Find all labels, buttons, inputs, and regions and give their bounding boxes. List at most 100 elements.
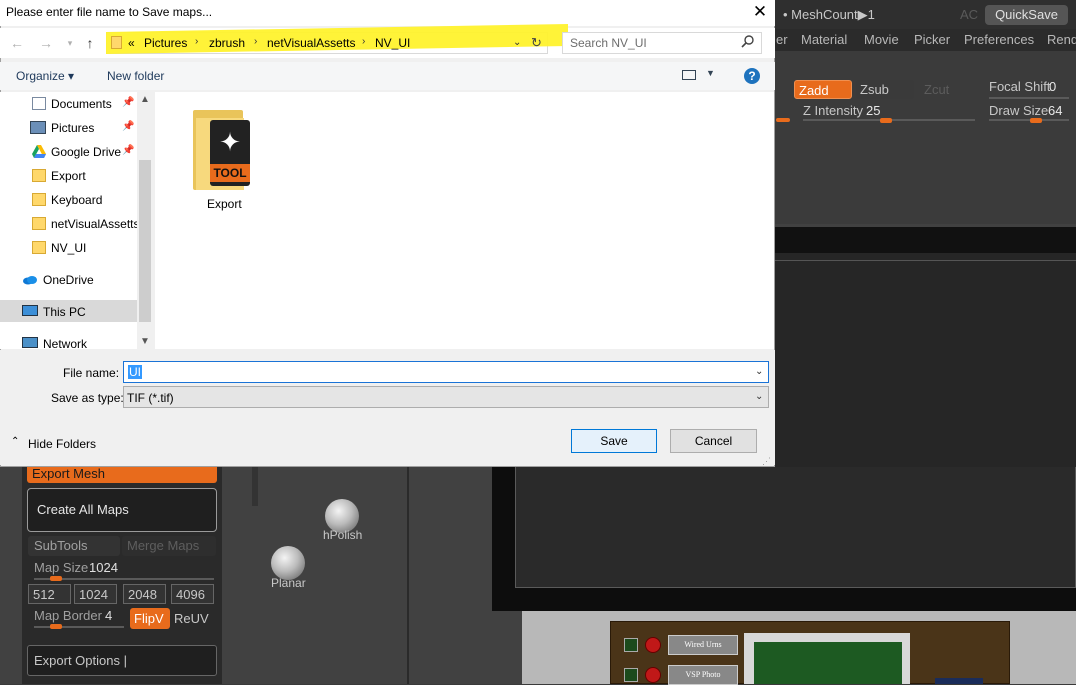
- pin-icon: 📌: [122, 121, 135, 132]
- nav-item-label: Pictures: [51, 121, 95, 135]
- folder-icon: [32, 193, 46, 206]
- size-4096-button[interactable]: 4096: [171, 584, 214, 604]
- menu-render[interactable]: Rend: [1047, 32, 1076, 47]
- address-dropdown-icon[interactable]: ⌄: [513, 37, 521, 48]
- menu-picker[interactable]: Picker: [914, 32, 950, 47]
- forward-arrow-icon[interactable]: →: [38, 34, 54, 52]
- nav-item-google-drive[interactable]: Google Drive 📌: [0, 141, 137, 163]
- documents-icon: [32, 97, 46, 110]
- help-icon[interactable]: ?: [744, 68, 760, 84]
- export-options-button[interactable]: Export Options |: [27, 645, 217, 676]
- recent-locations-icon[interactable]: ▾: [62, 34, 78, 52]
- nav-item-label: Network: [43, 337, 88, 351]
- save-button[interactable]: Save: [571, 429, 657, 453]
- size-512-button[interactable]: 512: [28, 584, 71, 604]
- map-size-value: 1024: [89, 560, 118, 575]
- draw-size-slider[interactable]: [989, 119, 1069, 121]
- menu-render-partial[interactable]: er: [776, 32, 788, 47]
- menu-material[interactable]: Material: [801, 32, 847, 47]
- map-border-slider[interactable]: [34, 626, 124, 628]
- zsub-button[interactable]: Zsub: [856, 80, 914, 99]
- chevron-up-icon[interactable]: ⌃: [11, 436, 19, 447]
- file-name-input[interactable]: [123, 361, 769, 383]
- nav-item-pictures[interactable]: Pictures 📌: [0, 117, 137, 139]
- save-type-label: Save as type:: [51, 391, 124, 405]
- scroll-down-icon[interactable]: ▼: [140, 336, 150, 347]
- planar-brush-icon[interactable]: [271, 546, 305, 580]
- panel-divider: [407, 466, 409, 684]
- breadcrumb-overflow[interactable]: «: [128, 36, 135, 50]
- partial-slider-knob[interactable]: [776, 118, 790, 122]
- nav-item-nv-ui[interactable]: NV_UI: [0, 237, 137, 259]
- menu-movie[interactable]: Movie: [864, 32, 899, 47]
- nav-item-this-pc[interactable]: This PC: [0, 301, 137, 323]
- nav-item-onedrive[interactable]: OneDrive: [0, 269, 137, 291]
- breadcrumb-netvisualassetts[interactable]: netVisualAssetts: [267, 36, 356, 50]
- create-all-maps-button[interactable]: Create All Maps: [27, 488, 217, 532]
- organize-button[interactable]: Organize ▾: [16, 69, 74, 83]
- device-button: VSP Photo: [668, 665, 738, 685]
- chevron-down-icon[interactable]: ⌄: [755, 366, 763, 377]
- breadcrumb-nv-ui[interactable]: NV_UI: [375, 36, 410, 50]
- back-arrow-icon[interactable]: ←: [9, 34, 25, 52]
- save-type-value: TIF (*.tif): [127, 391, 174, 405]
- close-icon[interactable]: ✕: [751, 2, 769, 22]
- resize-grip-icon[interactable]: ⋰: [762, 456, 772, 466]
- z-intensity-value: 25: [866, 103, 881, 118]
- file-name-value[interactable]: UI: [128, 365, 142, 379]
- nav-item-netvisualassetts[interactable]: netVisualAssetts: [0, 213, 140, 235]
- draw-size-value: 64: [1048, 103, 1063, 118]
- hide-folders-button[interactable]: Hide Folders: [28, 437, 96, 451]
- chevron-right-icon[interactable]: ›: [362, 36, 365, 47]
- nav-item-label: Export: [51, 169, 86, 183]
- device-led: [624, 638, 638, 652]
- zadd-button[interactable]: Zadd: [794, 80, 852, 99]
- chevron-right-icon[interactable]: ›: [195, 36, 198, 47]
- map-size-label: Map Size: [34, 560, 89, 575]
- scroll-up-icon[interactable]: ▲: [140, 94, 150, 105]
- chevron-down-icon[interactable]: ⌄: [755, 391, 763, 402]
- quicksave-button[interactable]: QuickSave: [985, 5, 1068, 25]
- new-folder-button[interactable]: New folder: [107, 69, 164, 83]
- planar-label: Planar: [271, 576, 306, 590]
- nav-item-label: OneDrive: [43, 273, 94, 287]
- search-placeholder: Search NV_UI: [570, 36, 647, 50]
- export-mesh-button[interactable]: Export Mesh: [27, 466, 217, 483]
- subtools-button[interactable]: SubTools: [28, 536, 120, 556]
- nav-item-documents[interactable]: Documents 📌: [0, 93, 137, 115]
- nav-item-label: netVisualAssetts: [51, 217, 140, 231]
- z-intensity-knob[interactable]: [880, 118, 892, 123]
- focal-shift-value: 0: [1049, 79, 1057, 94]
- up-arrow-icon[interactable]: ↑: [82, 34, 98, 52]
- draw-size-knob[interactable]: [1030, 118, 1042, 123]
- chevron-down-icon[interactable]: ▼: [706, 68, 715, 78]
- map-border-label: Map Border: [34, 608, 102, 623]
- nav-scroll-thumb[interactable]: [139, 160, 151, 322]
- view-options-icon[interactable]: [682, 70, 696, 80]
- reuv-button[interactable]: ReUV: [174, 608, 209, 629]
- size-2048-button[interactable]: 2048: [123, 584, 166, 604]
- refresh-icon[interactable]: ↻: [531, 35, 545, 51]
- map-size-knob[interactable]: [50, 576, 62, 581]
- menu-preferences[interactable]: Preferences: [964, 32, 1034, 47]
- chevron-right-icon[interactable]: ›: [254, 36, 257, 47]
- size-1024-button[interactable]: 1024: [74, 584, 117, 604]
- nav-item-keyboard[interactable]: Keyboard: [0, 189, 137, 211]
- cancel-button[interactable]: Cancel: [670, 429, 757, 453]
- breadcrumb-pictures[interactable]: Pictures: [144, 36, 187, 50]
- zbrush-canvas[interactable]: [515, 467, 1076, 588]
- device-knob-icon: [645, 637, 661, 653]
- zbrush-tool-shelf: [775, 51, 1076, 224]
- map-border-knob[interactable]: [50, 624, 62, 629]
- breadcrumb-zbrush[interactable]: zbrush: [209, 36, 245, 50]
- folder-icon: [32, 241, 46, 254]
- panel-scroll-handle[interactable]: [252, 466, 258, 506]
- focal-shift-label: Focal Shift: [989, 79, 1051, 94]
- search-icon[interactable]: [741, 34, 755, 50]
- save-type-select[interactable]: [123, 386, 769, 408]
- flipv-button[interactable]: FlipV: [130, 608, 170, 629]
- pin-icon: 📌: [122, 145, 135, 156]
- pictures-icon: [30, 121, 46, 134]
- nav-item-export[interactable]: Export: [0, 165, 137, 187]
- focal-shift-slider[interactable]: [989, 97, 1069, 99]
